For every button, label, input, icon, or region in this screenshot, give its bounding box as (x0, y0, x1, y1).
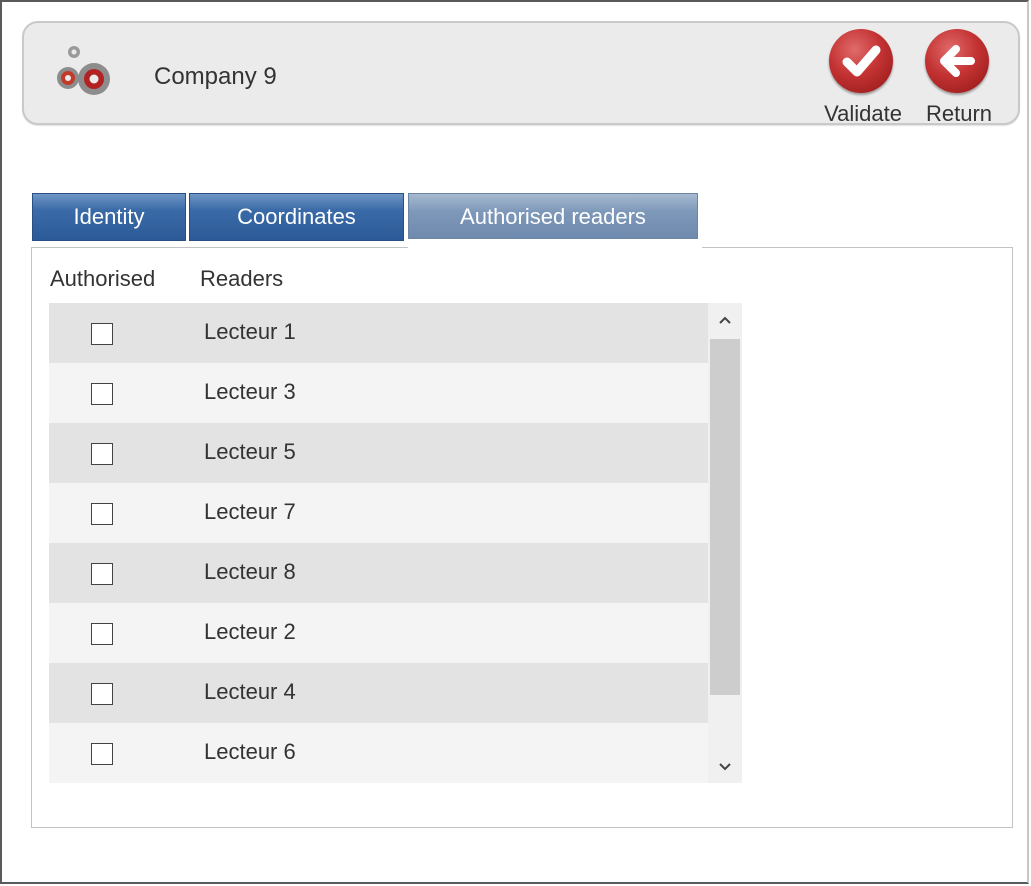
reader-name: Lecteur 6 (204, 739, 296, 764)
readers-list: Lecteur 1 Lecteur 3 Lecteur 5 Lecteur 7 … (49, 303, 709, 783)
checkmark-icon (829, 29, 893, 93)
authorised-checkbox[interactable] (91, 323, 113, 345)
validate-button[interactable]: Validate (818, 27, 908, 126)
table-row[interactable]: Lecteur 1 (49, 303, 709, 363)
tab-coordinates[interactable]: Coordinates (189, 193, 404, 241)
authorised-checkbox[interactable] (91, 443, 113, 465)
table-row[interactable]: Lecteur 3 (49, 363, 709, 423)
table-row[interactable]: Lecteur 7 (49, 483, 709, 543)
column-header-readers: Readers (200, 266, 284, 291)
return-button[interactable]: Return (914, 27, 1004, 126)
scrollbar-thumb[interactable] (710, 339, 740, 695)
table-row[interactable]: Lecteur 8 (49, 543, 709, 603)
validate-label: Validate (824, 101, 902, 126)
chevron-down-icon[interactable] (708, 749, 742, 783)
company-name: Company 9 (154, 63, 277, 90)
reader-name: Lecteur 2 (204, 619, 296, 644)
tab-join (408, 246, 702, 249)
reader-name: Lecteur 1 (204, 319, 296, 344)
return-label: Return (925, 101, 993, 126)
gears-icon (50, 39, 120, 109)
table-row[interactable]: Lecteur 5 (49, 423, 709, 483)
reader-name: Lecteur 7 (204, 499, 296, 524)
reader-name: Lecteur 3 (204, 379, 296, 404)
authorised-checkbox[interactable] (91, 503, 113, 525)
authorised-checkbox[interactable] (91, 623, 113, 645)
table-row[interactable]: Lecteur 2 (49, 603, 709, 663)
authorised-checkbox[interactable] (91, 743, 113, 765)
reader-name: Lecteur 4 (204, 679, 296, 704)
authorised-checkbox[interactable] (91, 683, 113, 705)
authorised-checkbox[interactable] (91, 383, 113, 405)
header-bar: Company 9 Validate Return (22, 21, 1020, 126)
chevron-up-icon[interactable] (708, 303, 742, 337)
reader-name: Lecteur 5 (204, 439, 296, 464)
reader-name: Lecteur 8 (204, 559, 296, 584)
list-scrollbar[interactable] (708, 303, 742, 783)
authorised-checkbox[interactable] (91, 563, 113, 585)
arrow-left-icon (925, 29, 989, 93)
table-row[interactable]: Lecteur 4 (49, 663, 709, 723)
column-header-authorised: Authorised (50, 266, 156, 291)
tab-identity[interactable]: Identity (32, 193, 186, 241)
table-row[interactable]: Lecteur 6 (49, 723, 709, 783)
tab-authorised-readers[interactable]: Authorised readers (408, 193, 698, 239)
